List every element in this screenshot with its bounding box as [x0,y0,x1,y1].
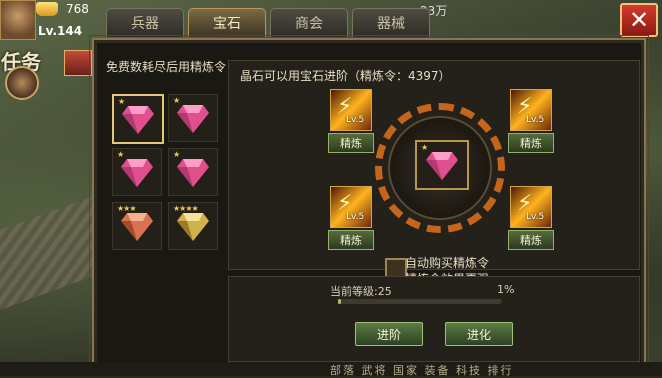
gem-inventory: ★ ★ ★ ★ ★★★ ★★★★ [108,90,220,260]
coral-gem-icon [121,213,153,241]
treasure-chest-icon[interactable] [64,50,92,76]
progress-bar [338,299,502,304]
close-button[interactable]: ✕ [620,3,658,37]
player-level: Lv.144 [38,24,83,38]
quest-icon [5,66,39,100]
quest-button[interactable]: 任务 [1,46,43,102]
gem-slot[interactable]: ★ [112,148,162,196]
skill-level: Lv.5 [526,115,545,125]
gem-slot[interactable]: ★ [112,94,164,144]
tab-guild[interactable]: 商会 [270,8,348,37]
gem-slot[interactable]: ★★★ [112,202,162,250]
refine-button[interactable]: 精炼 [508,230,554,250]
pink-gem-icon [121,159,153,187]
tab-weapons[interactable]: 兵器 [106,8,184,37]
progress-fill [338,299,342,304]
progress-percent: 1% [497,283,515,296]
pink-gem-icon [122,106,154,134]
gem-slot[interactable]: ★ [168,148,218,196]
refine-button[interactable]: 精炼 [328,133,374,153]
pink-gem-icon [426,152,458,180]
bottom-menu: 部落 武将 国家 装备 科技 排行 [0,362,662,377]
progress-area [228,276,640,362]
tab-machines[interactable]: 器械 [352,8,430,37]
skill-level: Lv.5 [526,212,545,222]
gold-ingot-icon [36,2,58,16]
tab-gems[interactable]: 宝石 [188,8,266,37]
refine-skill: Lv.5 精炼 [508,186,554,250]
gem-slot[interactable]: ★★★★ [168,202,218,250]
pink-gem-icon [177,159,209,187]
current-level: 当前等级:25 [330,285,392,298]
gem-slot[interactable]: ★ [168,94,218,142]
selected-gem-slot[interactable]: ★ [415,140,469,190]
advance-button[interactable]: 进阶 [355,322,423,346]
evolve-button[interactable]: 进化 [445,322,513,346]
refine-skill: Lv.5 精炼 [328,89,374,153]
tab-bar: 兵器 宝石 商会 器械 [106,8,430,38]
skill-level: Lv.5 [346,212,365,222]
refine-skill: Lv.5 精炼 [328,186,374,250]
pink-gem-icon [177,105,209,133]
side-title: 免费数耗尽后用精炼令 [106,60,227,74]
gold-gem-icon [177,213,209,241]
player-avatar[interactable] [0,0,36,40]
refine-info: 晶石可以用宝石进阶（精炼令：4397） [240,69,451,83]
close-icon: ✕ [628,6,650,34]
refine-button[interactable]: 精炼 [328,230,374,250]
auto-buy-label: 自动购买精炼令 [405,256,490,270]
refine-skill: Lv.5 精炼 [508,89,554,153]
refine-button[interactable]: 精炼 [508,133,554,153]
skill-level: Lv.5 [346,115,365,125]
gold-amount: 768 [66,2,89,16]
